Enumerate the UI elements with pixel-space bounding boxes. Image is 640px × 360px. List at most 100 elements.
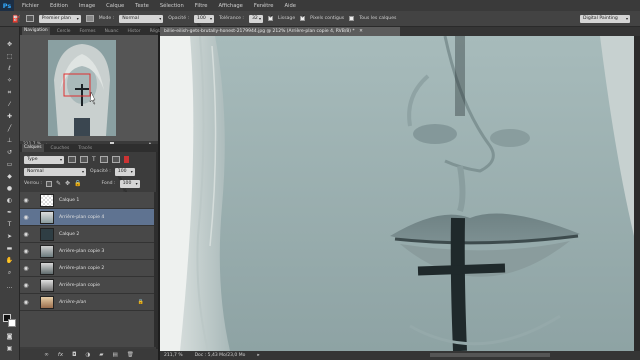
layers-scrollbar[interactable] xyxy=(154,192,158,347)
background-color-swatch[interactable] xyxy=(8,319,16,327)
history-brush-tool-icon[interactable]: ↺ xyxy=(5,149,14,157)
dodge-tool-icon[interactable]: ◐ xyxy=(5,197,14,205)
new-layer-icon[interactable]: ▤ xyxy=(113,352,118,358)
navigator-preview[interactable] xyxy=(20,35,158,141)
layer-filter-select[interactable]: Type xyxy=(24,155,64,164)
visibility-eye-icon[interactable]: ◉ xyxy=(20,299,32,306)
lock-pixels-icon[interactable]: ✎ xyxy=(56,180,61,187)
canvas-horizontal-scrollbar[interactable] xyxy=(430,353,550,357)
blend-mode-select[interactable]: Normal xyxy=(24,167,86,176)
visibility-eye-icon[interactable]: ◉ xyxy=(20,231,32,238)
canvas-vertical-scrollbar[interactable] xyxy=(634,36,640,351)
menu-selection[interactable]: Sélection xyxy=(160,3,184,9)
visibility-eye-icon[interactable]: ◉ xyxy=(20,214,32,221)
lock-all-icon[interactable]: 🔒 xyxy=(74,180,81,187)
visibility-eye-icon[interactable]: ◉ xyxy=(20,265,32,272)
menu-affichage[interactable]: Affichage xyxy=(219,3,243,9)
layer-name[interactable]: Calque 2 xyxy=(59,232,79,237)
pen-tool-icon[interactable]: ✒ xyxy=(5,209,14,217)
status-arrow-icon[interactable]: ▸ xyxy=(257,353,259,358)
filter-type-icon[interactable]: T xyxy=(92,156,96,163)
fill-source-icon[interactable] xyxy=(25,15,34,22)
tab-couches[interactable]: Couches xyxy=(49,146,72,151)
tab-cercle[interactable]: Cercle xyxy=(55,29,73,34)
tab-histor[interactable]: Histor xyxy=(126,29,143,34)
screen-mode-icon[interactable]: ▣ xyxy=(5,345,14,353)
layer-row[interactable]: ◉ Arrière-plan copie xyxy=(20,277,154,294)
close-tab-icon[interactable]: ✕ xyxy=(359,29,363,34)
menu-calque[interactable]: Calque xyxy=(106,3,124,9)
layer-row[interactable]: ◉ Arrière-plan copie 4 xyxy=(20,209,154,226)
navigator-thumbnail[interactable] xyxy=(48,40,116,136)
contiguous-checkbox[interactable] xyxy=(300,14,305,21)
visibility-eye-icon[interactable]: ◉ xyxy=(20,248,32,255)
quick-mask-icon[interactable]: ◙ xyxy=(5,333,14,341)
paint-bucket-icon[interactable]: ⛽ xyxy=(12,15,21,23)
filter-toggle-icon[interactable] xyxy=(123,156,129,163)
layer-row[interactable]: ◉ Arrière-plan copie 3 xyxy=(20,243,154,260)
layer-opacity-input[interactable]: 100 % xyxy=(114,167,135,182)
layer-row[interactable]: ◉ Arrière-plan copie 2 xyxy=(20,260,154,277)
path-selection-tool-icon[interactable]: ➤ xyxy=(5,233,14,241)
all-layers-checkbox[interactable] xyxy=(349,16,355,21)
mask-icon[interactable]: ◘ xyxy=(72,352,76,358)
layer-name[interactable]: Arrière-plan copie xyxy=(59,283,100,288)
visibility-eye-icon[interactable]: ◉ xyxy=(20,282,32,289)
tab-calques[interactable]: Calques xyxy=(22,144,44,152)
zoom-tool-icon[interactable]: ⌕ xyxy=(5,269,14,277)
fill-input[interactable]: 100 % xyxy=(119,179,140,194)
layer-name[interactable]: Arrière-plan xyxy=(59,300,86,305)
hand-tool-icon[interactable]: ✋ xyxy=(5,257,14,265)
layer-name[interactable]: Calque 1 xyxy=(59,198,79,203)
filter-smart-object-icon[interactable] xyxy=(111,156,120,163)
magic-wand-tool-icon[interactable]: ✧ xyxy=(5,77,14,85)
tab-formes[interactable]: Formes xyxy=(78,29,98,34)
adjustment-icon[interactable]: ◑ xyxy=(85,352,90,358)
eyedropper-tool-icon[interactable]: ⁄ xyxy=(5,101,14,109)
lasso-tool-icon[interactable]: ℓ xyxy=(5,65,14,73)
opacity-input[interactable]: 100 % xyxy=(194,14,215,29)
layer-name[interactable]: Arrière-plan copie 3 xyxy=(59,249,104,254)
document-canvas[interactable] xyxy=(160,36,634,351)
tab-traces[interactable]: Tracés xyxy=(76,146,94,151)
mode-select[interactable]: Normal xyxy=(119,14,164,23)
clone-stamp-tool-icon[interactable]: ⊥ xyxy=(5,137,14,145)
crop-tool-icon[interactable]: ⌗ xyxy=(5,89,14,97)
menu-aide[interactable]: Aide xyxy=(285,3,296,9)
menu-texte[interactable]: Texte xyxy=(135,3,149,9)
visibility-eye-icon[interactable]: ◉ xyxy=(20,197,32,204)
marquee-tool-icon[interactable]: ⬚ xyxy=(5,53,14,61)
trash-icon[interactable]: 🗑 xyxy=(127,352,134,358)
layer-row[interactable]: ◉ Calque 1 xyxy=(20,192,154,209)
filter-pixel-icon[interactable] xyxy=(68,156,76,163)
type-tool-icon[interactable]: T xyxy=(5,221,14,229)
tab-nuanc[interactable]: Nuanc xyxy=(103,29,121,34)
status-zoom[interactable]: 211,7 % xyxy=(164,353,183,358)
menu-image[interactable]: Image xyxy=(79,3,95,9)
layer-row[interactable]: ◉ Arrière-plan 🔒 xyxy=(20,294,154,311)
link-icon[interactable]: ∞ xyxy=(44,352,49,358)
paint-bucket-tool-icon[interactable]: ◆ xyxy=(5,173,14,181)
tolerance-input[interactable]: 32 xyxy=(248,14,263,23)
group-icon[interactable]: ▰ xyxy=(99,352,103,358)
blur-tool-icon[interactable]: ● xyxy=(5,185,14,193)
menu-fichier[interactable]: Fichier xyxy=(22,3,39,9)
layer-name[interactable]: Arrière-plan copie 2 xyxy=(59,266,104,271)
antialias-checkbox[interactable] xyxy=(267,14,273,21)
shape-tool-icon[interactable]: ▬ xyxy=(5,245,14,253)
layer-row[interactable]: ◉ Calque 2 xyxy=(20,226,154,243)
menu-filtre[interactable]: Filtre xyxy=(195,3,208,9)
document-tab[interactable]: billie-eilish-gets-brutally-honest-21799… xyxy=(160,27,400,36)
lock-transparent-icon[interactable] xyxy=(45,180,52,187)
filter-adjustment-icon[interactable] xyxy=(80,156,88,163)
pattern-picker-icon[interactable] xyxy=(85,15,94,22)
menu-fenetre[interactable]: Fenêtre xyxy=(254,3,274,9)
more-tools-icon[interactable]: ··· xyxy=(5,285,14,293)
move-tool-icon[interactable]: ✥ xyxy=(5,41,14,49)
healing-brush-tool-icon[interactable]: ✚ xyxy=(5,113,14,121)
eraser-tool-icon[interactable]: ▭ xyxy=(5,161,14,169)
brush-tool-icon[interactable]: ╱ xyxy=(5,125,14,133)
lock-position-icon[interactable]: ✥ xyxy=(65,180,70,187)
workspace-select[interactable]: Digital Painting xyxy=(580,15,630,23)
tab-navigation[interactable]: Navigation xyxy=(22,27,50,35)
